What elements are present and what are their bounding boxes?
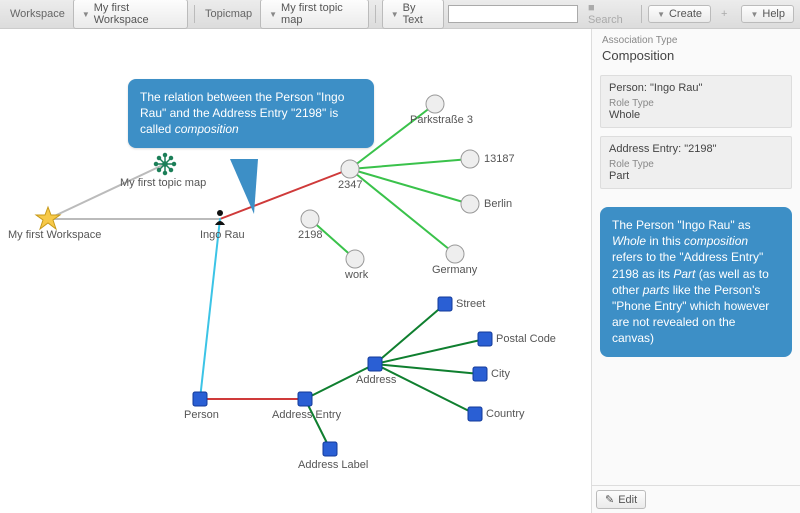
- player2-header: Address Entry: "2198": [609, 143, 783, 155]
- edit-button[interactable]: ✎ Edit: [596, 490, 646, 509]
- node-workspace[interactable]: My first Workspace: [8, 229, 101, 241]
- chevron-down-icon: ▼: [391, 10, 399, 19]
- node-topicmap[interactable]: My first topic map: [120, 177, 206, 189]
- searchmode-dropdown[interactable]: ▼ By Text: [382, 0, 444, 29]
- node-addressentry-type[interactable]: Address Entry: [272, 409, 341, 421]
- player1-header: Person: "Ingo Rau": [609, 82, 783, 94]
- player1-role-label: Role Type: [609, 98, 783, 109]
- chevron-down-icon: ▼: [269, 10, 277, 19]
- node-postal-type[interactable]: Postal Code: [496, 333, 556, 345]
- node-2347[interactable]: 2347: [338, 179, 362, 191]
- create-label: Create: [669, 8, 702, 20]
- separator: [641, 5, 642, 23]
- canvas-callout: The relation between the Person "Ingo Ra…: [128, 79, 374, 148]
- node-ingo[interactable]: Ingo Rau: [200, 229, 245, 241]
- sidebar-callout: The Person "Ingo Rau" as Whole in this c…: [600, 207, 792, 357]
- player2-role-value: Part: [609, 170, 783, 182]
- node-addresslabel-type[interactable]: Address Label: [298, 459, 368, 471]
- edit-bar: ✎ Edit: [592, 485, 800, 513]
- node-person-type[interactable]: Person: [184, 409, 219, 421]
- help-label: Help: [762, 8, 785, 20]
- chevron-down-icon: ▼: [82, 10, 90, 19]
- searchmode-value: By Text: [403, 2, 435, 26]
- detail-panel: Association Type Composition Person: "In…: [591, 29, 800, 513]
- separator: [375, 5, 376, 23]
- search-button[interactable]: ■ Search: [582, 2, 635, 26]
- topicmap-canvas[interactable]: My first Workspace My first topic map In…: [0, 29, 591, 513]
- topicmap-dropdown[interactable]: ▼ My first topic map: [260, 0, 369, 29]
- topicmap-value: My first topic map: [281, 2, 360, 26]
- node-13187[interactable]: 13187: [484, 153, 515, 165]
- workspace-dropdown[interactable]: ▼ My first Workspace: [73, 0, 188, 29]
- node-address-type[interactable]: Address: [356, 374, 396, 386]
- node-2198[interactable]: 2198: [298, 229, 322, 241]
- node-country-type[interactable]: Country: [486, 408, 525, 420]
- chevron-down-icon: ▼: [750, 10, 758, 19]
- toolbar: Workspace ▼ My first Workspace Topicmap ▼…: [0, 0, 800, 29]
- node-germany[interactable]: Germany: [432, 264, 477, 276]
- search-input[interactable]: [448, 5, 578, 23]
- node-city-type[interactable]: City: [491, 368, 510, 380]
- callout-tail-icon: [230, 159, 270, 219]
- assoc-type-label: Association Type: [592, 29, 800, 48]
- player1-panel: Person: "Ingo Rau" Role Type Whole: [600, 75, 792, 128]
- assoc-type-title: Composition: [592, 48, 800, 71]
- node-work[interactable]: work: [345, 269, 368, 281]
- player1-role-value: Whole: [609, 109, 783, 121]
- workspace-value: My first Workspace: [94, 2, 179, 26]
- player2-role-label: Role Type: [609, 159, 783, 170]
- help-dropdown[interactable]: ▼ Help: [741, 5, 794, 23]
- chevron-down-icon: ▼: [657, 10, 665, 19]
- node-berlin[interactable]: Berlin: [484, 198, 512, 210]
- separator: [194, 5, 195, 23]
- node-parkstrasse[interactable]: Parkstraße 3: [410, 114, 473, 126]
- create-dropdown[interactable]: ▼ Create: [648, 5, 711, 23]
- plus-button[interactable]: +: [715, 8, 733, 20]
- node-street-type[interactable]: Street: [456, 298, 485, 310]
- workspace-label: Workspace: [6, 8, 69, 20]
- topicmap-label: Topicmap: [201, 8, 256, 20]
- player2-panel: Address Entry: "2198" Role Type Part: [600, 136, 792, 189]
